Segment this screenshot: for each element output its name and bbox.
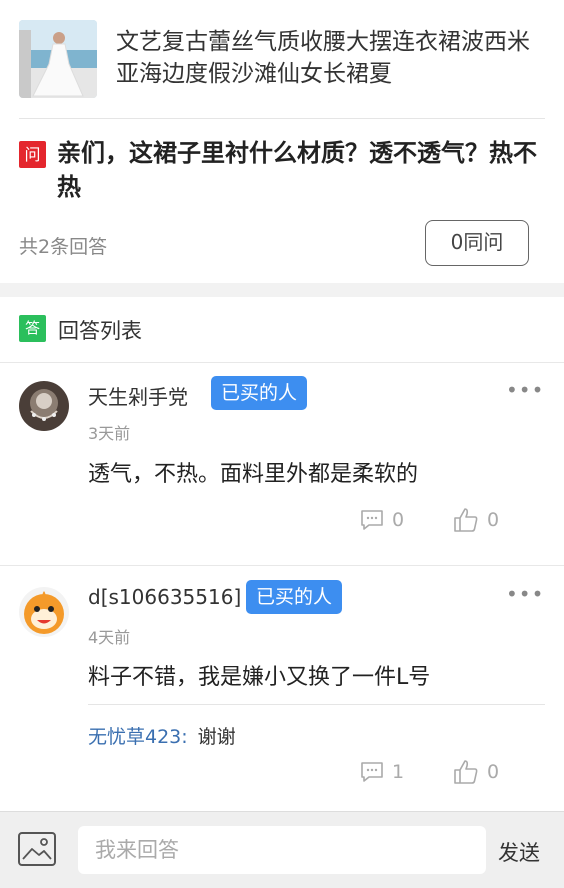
buyer-tag: 已买的人 [246, 580, 343, 614]
comment-count: 1 [392, 761, 405, 783]
product-title[interactable]: 文艺复古蕾丝气质收腰大摆连衣裙波西米亚海边度假沙滩仙女长裙夏 [116, 26, 546, 90]
product-header: 文艺复古蕾丝气质收腰大摆连衣裙波西米亚海边度假沙滩仙女长裙夏 问 亲们，这裙子里… [0, 0, 564, 283]
divider [88, 704, 545, 705]
question-badge: 问 [19, 141, 46, 168]
divider [19, 118, 545, 119]
avatar[interactable] [19, 381, 69, 431]
like-button[interactable]: 0 [453, 759, 499, 785]
answer-list-header: 答 回答列表 [0, 297, 564, 363]
username[interactable]: 天生剁手党 [88, 381, 188, 410]
thumbs-up-icon [454, 508, 478, 532]
answer-input-bar: 发送 [0, 811, 564, 888]
comment-button[interactable]: 1 [360, 761, 404, 783]
comment-icon [361, 762, 383, 782]
avatar[interactable] [19, 587, 69, 637]
like-count: 0 [487, 509, 500, 531]
answer-count: 共2条回答 [19, 236, 108, 258]
reply-username[interactable]: 无忧草423: [88, 726, 188, 748]
username[interactable]: d[s106635516] [88, 585, 241, 609]
answer-item: d[s106635516] 已买的人 ••• 4天前 料子不错，我是嫌小又换了一… [0, 567, 564, 811]
buyer-tag: 已买的人 [211, 376, 308, 410]
answer-list-title: 回答列表 [58, 319, 142, 343]
question-text: 亲们，这裙子里衬什么材质？透不透气？热不热 [57, 139, 537, 201]
reply-text: 谢谢 [197, 726, 236, 748]
comment-count: 0 [392, 509, 405, 531]
reply-item: 无忧草423: 谢谢 [88, 722, 236, 749]
like-button[interactable]: 0 [453, 507, 499, 533]
answer-badge: 答 [19, 315, 46, 342]
more-icon[interactable]: ••• [506, 584, 544, 604]
answer-item: 天生剁手党 已买的人 ••• 3天前 透气，不热。面料里外都是柔软的 0 0 [0, 363, 564, 566]
image-icon [18, 832, 56, 866]
comment-icon [361, 510, 383, 530]
image-upload-button[interactable] [17, 830, 57, 868]
same-question-button[interactable]: 0同问 [425, 220, 529, 266]
answer-input[interactable] [78, 826, 486, 874]
more-icon[interactable]: ••• [506, 380, 544, 400]
like-count: 0 [487, 761, 500, 783]
send-button[interactable]: 发送 [498, 837, 540, 867]
answer-time: 3天前 [88, 424, 131, 443]
answer-content: 透气，不热。面料里外都是柔软的 [88, 462, 419, 487]
product-thumbnail[interactable] [19, 20, 97, 98]
comment-button[interactable]: 0 [360, 509, 404, 531]
thumbs-up-icon [454, 760, 478, 784]
answer-time: 4天前 [88, 628, 131, 647]
answer-content: 料子不错，我是嫌小又换了一件L号 [88, 665, 431, 690]
answer-list: 答 回答列表 天生剁手党 已买的人 ••• 3天前 透气，不热。面料里外都是柔软… [0, 297, 564, 811]
